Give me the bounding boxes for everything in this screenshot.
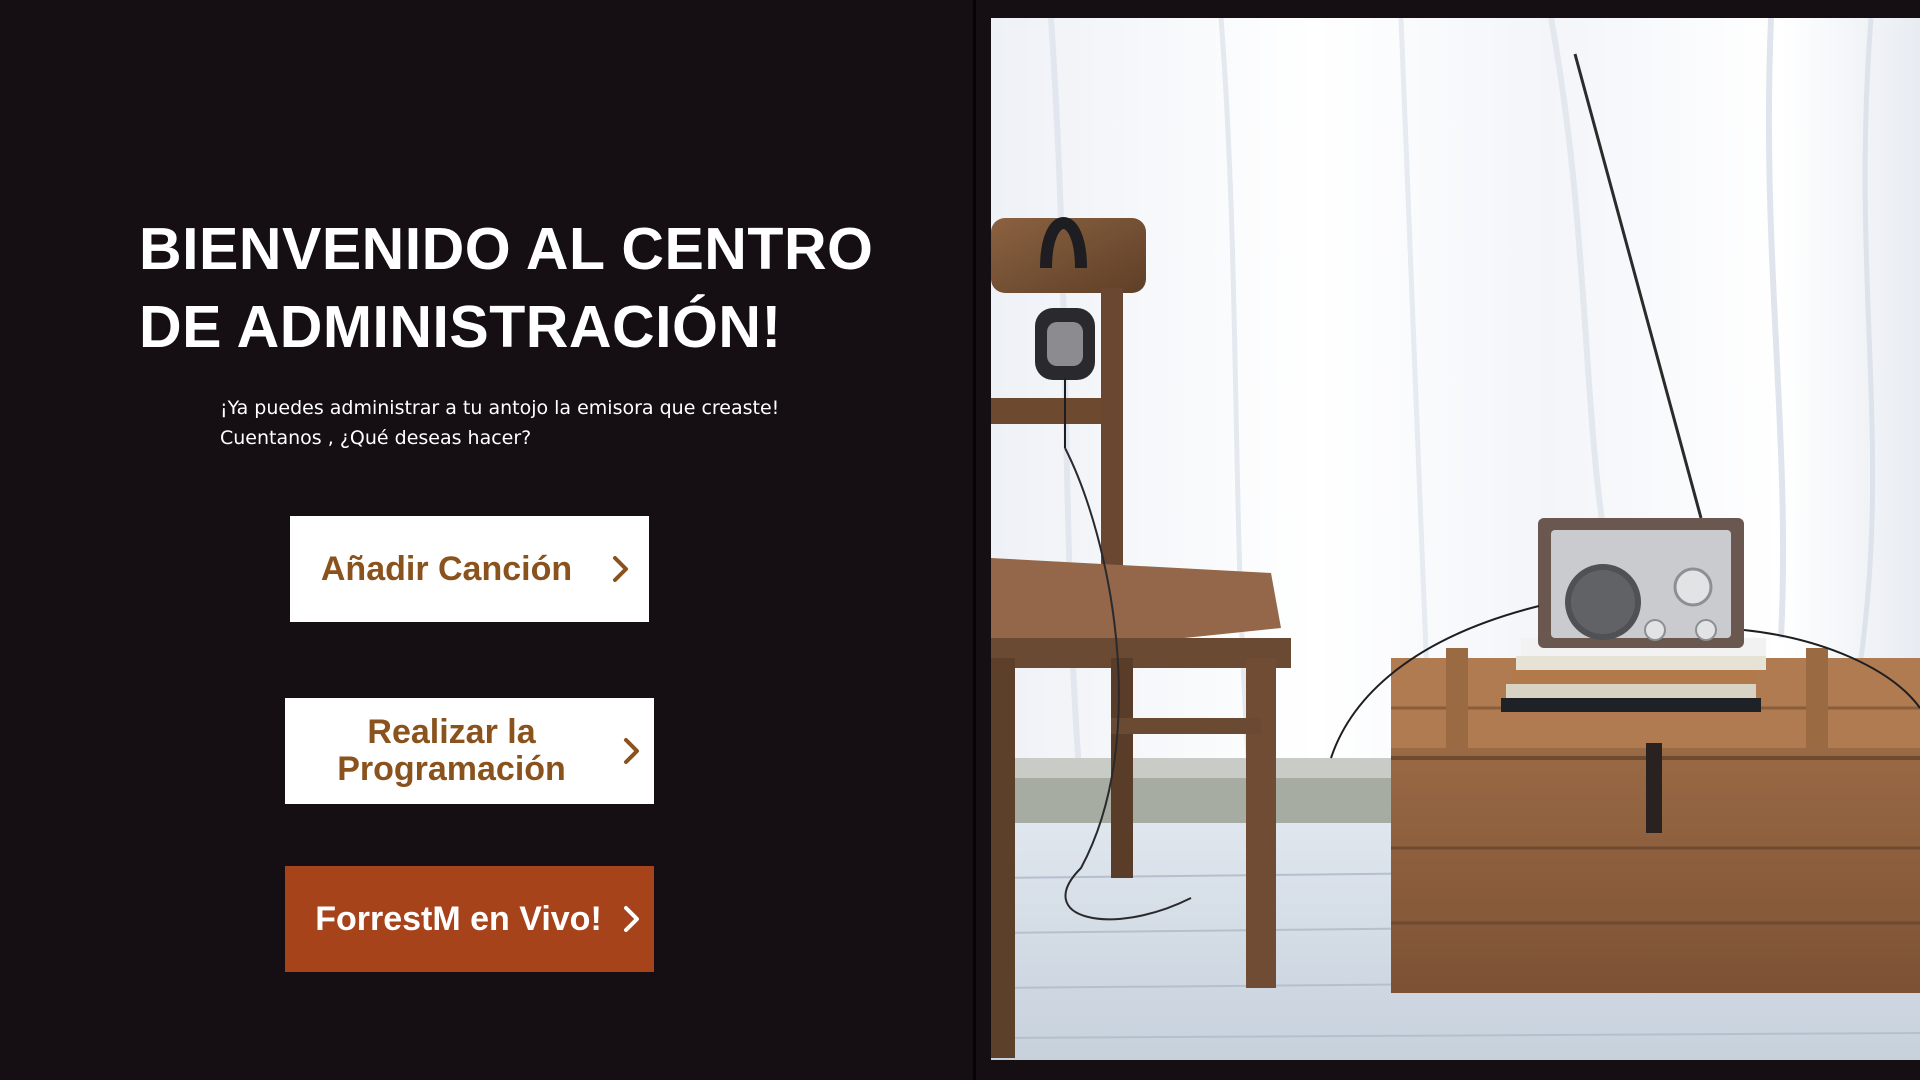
- radio-photo: [991, 18, 1920, 1060]
- live-broadcast-label: ForrestM en Vivo!: [315, 899, 602, 938]
- schedule-programming-label: Realizar la Programación: [337, 713, 566, 788]
- schedule-programming-button[interactable]: Realizar la Programación: [285, 698, 654, 804]
- add-song-label: Añadir Canción: [320, 549, 573, 588]
- add-song-button[interactable]: Añadir Canción: [290, 516, 649, 622]
- chevron-right-icon: [605, 554, 635, 584]
- panel-divider: [973, 0, 976, 1080]
- welcome-subtitle: ¡Ya puedes administrar a tu antojo la em…: [220, 393, 860, 453]
- subtitle-line-1: ¡Ya puedes administrar a tu antojo la em…: [220, 397, 780, 419]
- subtitle-line-2: Cuentanos , ¿Qué deseas hacer?: [220, 427, 532, 449]
- page-title: BIENVENIDO AL CENTRO DE ADMINISTRACIÓN!: [139, 216, 874, 360]
- chevron-right-icon: [616, 904, 646, 934]
- chevron-right-icon: [616, 736, 646, 766]
- live-broadcast-button[interactable]: ForrestM en Vivo!: [285, 866, 654, 972]
- admin-welcome-page: BIENVENIDO AL CENTRO DE ADMINISTRACIÓN! …: [0, 0, 1920, 1080]
